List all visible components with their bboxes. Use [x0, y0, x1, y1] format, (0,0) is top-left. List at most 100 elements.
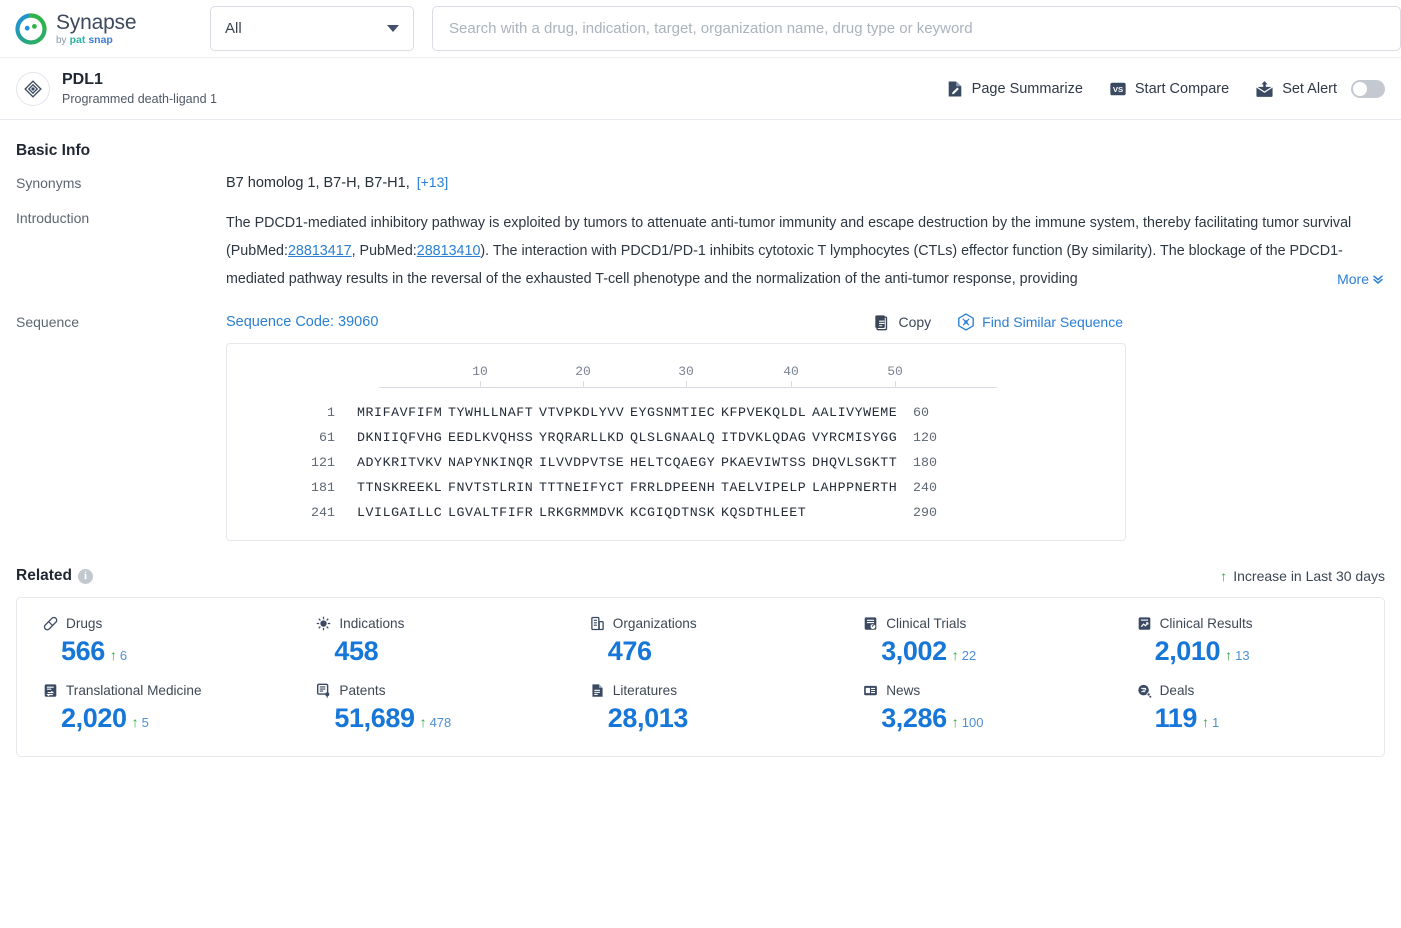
list-item: B7-H, — [323, 175, 361, 191]
logo-by-label: by — [56, 34, 67, 46]
logo-patsnap-pat: pat — [69, 33, 86, 46]
sequence-block: TTTNEIFYCT — [539, 480, 625, 495]
stat-value: 3,286 — [881, 703, 947, 733]
find-similar-sequence-button[interactable]: Find Similar Sequence — [957, 313, 1123, 331]
stat-label-text: News — [886, 683, 921, 698]
sequence-block: PKAEVIWTSS — [721, 455, 807, 470]
news-icon — [863, 683, 878, 698]
sequence-end-index: 120 — [913, 430, 937, 445]
arrow-up-icon: ↑ — [951, 647, 959, 663]
arrow-up-icon: ↑ — [109, 647, 117, 663]
stat-label-text: Literatures — [612, 683, 678, 698]
sequence-block: ADYKRITVKV — [357, 455, 443, 470]
stat-drugs[interactable]: Drugs 566 ↑ 6 — [17, 616, 290, 667]
sequence-block: LAHPPNERTH — [812, 480, 898, 495]
stat-label-text: Organizations — [612, 616, 697, 631]
sequence-block: NAPYNKINQR — [448, 455, 534, 470]
sequence-block: YRQRARLLKD — [539, 430, 625, 445]
sequence-rows: 1 MRIFAVFIFM TYWHLLNAFT VTVPKDLYVV EYGSN… — [227, 400, 1125, 525]
ruler-tick — [686, 381, 687, 388]
sequence-header: Sequence Code: 39060 Copy Find Similar S… — [226, 313, 1385, 331]
arrow-up-icon: ↑ — [419, 714, 427, 730]
info-icon[interactable]: i — [78, 568, 93, 584]
sequence-start-index: 1 — [327, 405, 335, 420]
set-alert-toggle[interactable] — [1351, 79, 1385, 98]
synonyms-list: B7 homolog 1, B7-H, B7-H1, [+13] — [226, 174, 1385, 191]
increase-legend: ↑ Increase in Last 30 days — [1220, 568, 1385, 584]
sequence-end-index: 180 — [913, 455, 937, 470]
page-summarize-button[interactable]: Page Summarize — [946, 80, 1083, 98]
stat-translational-medicine[interactable]: Translational Medicine 2,020 ↑ 5 — [17, 683, 290, 734]
translational-icon — [43, 683, 58, 698]
stat-value: 458 — [334, 636, 379, 666]
page-summarize-label: Page Summarize — [971, 80, 1083, 97]
stat-delta: 1 — [1211, 715, 1220, 730]
pubmed-link-2[interactable]: 28813410 — [417, 243, 481, 259]
stat-label-text: Clinical Trials — [886, 616, 967, 631]
clinical-result-icon — [1137, 616, 1152, 631]
sequence-block: MRIFAVFIFM — [357, 405, 443, 420]
target-header: PDL1 Programmed death-ligand 1 Page Summ… — [0, 58, 1401, 120]
ruler-tick-label: 40 — [783, 364, 799, 379]
stat-news[interactable]: News 3,286 ↑ 100 — [837, 683, 1110, 734]
introduction-row: Introduction The PDCD1-mediated inhibito… — [16, 209, 1385, 293]
sequence-block — [812, 505, 889, 520]
sequence-block: LRKGRMMDVK — [539, 505, 625, 520]
stat-value: 2,020 — [61, 703, 127, 733]
versus-icon: VS — [1109, 80, 1127, 98]
stat-value: 3,002 — [881, 636, 947, 666]
sequence-block: ILVVDPVTSE — [539, 455, 625, 470]
stat-delta: 22 — [961, 648, 977, 663]
pubmed-link-1[interactable]: 28813417 — [288, 243, 352, 259]
arrow-up-icon: ↑ — [1201, 714, 1209, 730]
sequence-line: 181 TTNSKREEKL FNVTSTLRIN TTTNEIFYCT FRR… — [227, 475, 1125, 500]
stat-value: 28,013 — [607, 703, 689, 733]
stat-label-text: Indications — [339, 616, 405, 631]
start-compare-label: Start Compare — [1134, 80, 1230, 97]
set-alert-button[interactable]: Set Alert — [1255, 79, 1385, 98]
sequence-block: VYRCMISYGG — [812, 430, 898, 445]
copy-sequence-button[interactable]: Copy — [874, 314, 931, 331]
page-subtitle: Programmed death-ligand 1 — [62, 91, 217, 106]
sequence-block: KFPVEKQLDL — [721, 405, 807, 420]
page-title: PDL1 — [62, 70, 103, 88]
synonyms-expand-link[interactable]: [+13] — [417, 174, 449, 190]
search-input[interactable] — [449, 20, 1384, 37]
stat-clinical-results[interactable]: Clinical Results 2,010 ↑ 13 — [1111, 616, 1384, 667]
stat-literatures[interactable]: Literatures 28,013 — [564, 683, 837, 734]
copy-label: Copy — [898, 314, 932, 330]
related-header: Related i ↑ Increase in Last 30 days — [16, 567, 1385, 585]
stat-indications[interactable]: Indications 458 — [290, 616, 563, 667]
clinical-trial-icon — [863, 616, 878, 631]
stat-deals[interactable]: Deals 119 ↑ 1 — [1111, 683, 1384, 734]
find-similar-sequence-label: Find Similar Sequence — [982, 314, 1123, 330]
sequence-block: HELTCQAEGY — [630, 455, 716, 470]
ruler-tick — [583, 381, 584, 388]
virus-icon — [316, 616, 331, 631]
start-compare-button[interactable]: VS Start Compare — [1109, 80, 1229, 98]
synapse-logo[interactable]: Synapse by pat snap — [14, 12, 184, 46]
arrow-up-icon: ↑ — [1220, 568, 1228, 584]
stat-label-text: Patents — [339, 683, 386, 698]
sequence-viewer: 10 20 30 40 50 1 MRIFAVFIFM TYWHLLNAFT V… — [226, 343, 1126, 541]
stat-clinical-trials[interactable]: Clinical Trials 3,002 ↑ 22 — [837, 616, 1110, 667]
arrow-up-icon: ↑ — [131, 714, 139, 730]
stat-organizations[interactable]: Organizations 476 — [564, 616, 837, 667]
introduction-more-button[interactable]: More — [1335, 265, 1385, 293]
sequence-block: DKNIIQFVHG — [357, 430, 443, 445]
sequence-code-link[interactable]: Sequence Code: 39060 — [226, 314, 378, 330]
sequence-block: LVILGAILLC — [357, 505, 443, 520]
toggle-knob — [1353, 81, 1367, 96]
sequence-label: Sequence — [16, 314, 80, 330]
search-input-wrapper[interactable] — [432, 6, 1401, 51]
pill-icon — [43, 616, 58, 631]
sequence-line: 241 LVILGAILLC LGVALTFIFR LRKGRMMDVK KCG… — [227, 500, 1125, 525]
search-scope-select[interactable]: All — [210, 6, 414, 51]
sequence-block: VTVPKDLYVV — [539, 405, 625, 420]
stat-patents[interactable]: Patents 51,689 ↑ 478 — [290, 683, 563, 734]
sequence-block: FNVTSTLRIN — [448, 480, 534, 495]
stat-label-text: Clinical Results — [1159, 616, 1253, 631]
sequence-end-index: 60 — [913, 405, 929, 420]
ruler-tick — [791, 381, 792, 388]
stat-delta: 478 — [429, 715, 452, 730]
